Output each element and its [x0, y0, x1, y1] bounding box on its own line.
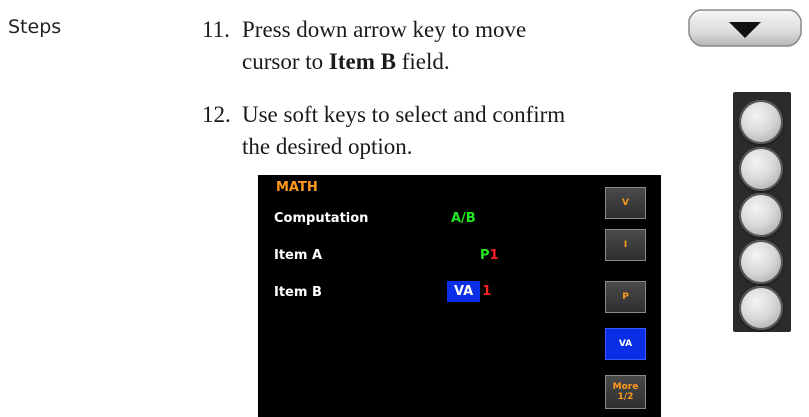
step-number: 12.: [202, 102, 231, 127]
down-arrow-icon: [688, 9, 802, 47]
softkey-v[interactable]: V: [605, 187, 646, 219]
step-line: the desired option.: [242, 134, 413, 159]
computation-value[interactable]: A/B: [451, 211, 476, 226]
softkey-page: 1/2: [617, 392, 634, 402]
computation-label: Computation: [274, 211, 369, 226]
softkey-panel: [733, 92, 791, 332]
steps-heading: Steps: [8, 16, 62, 38]
softkey-more[interactable]: More 1/2: [605, 375, 646, 409]
step-line: Use soft keys to select and confirm: [242, 102, 566, 127]
item-b-index: 1: [482, 284, 492, 299]
item-b-param-selected: VA: [447, 281, 481, 302]
softkey-more-label: More: [612, 382, 639, 392]
step-bold-term: Item B: [328, 49, 396, 74]
softkey-button[interactable]: [739, 147, 783, 191]
step-line-post: field.: [395, 49, 450, 74]
softkey-i[interactable]: I: [605, 229, 646, 261]
softkey-button[interactable]: [739, 286, 783, 330]
step-line-pre: cursor to: [242, 49, 329, 74]
softkey-button[interactable]: [739, 193, 783, 237]
step-text: Use soft keys to select and confirm the …: [242, 99, 565, 163]
step-number: 11.: [202, 17, 230, 42]
softkey-button[interactable]: [739, 240, 783, 284]
step-line: Press down arrow key to move: [242, 17, 527, 42]
item-a-param: P: [480, 248, 490, 263]
screen-title: MATH: [276, 180, 318, 195]
item-b-label: Item B: [274, 285, 322, 300]
step-text: Press down arrow key to move cursor to I…: [242, 14, 526, 78]
item-b-value[interactable]: VA 1: [447, 281, 491, 302]
down-arrow-key[interactable]: [687, 8, 803, 48]
item-a-index: 1: [489, 248, 499, 263]
item-a-label: Item A: [274, 248, 323, 263]
softkey-va[interactable]: VA: [605, 328, 646, 360]
softkey-p[interactable]: P: [605, 281, 646, 313]
softkey-button[interactable]: [739, 100, 783, 144]
instrument-screen: MATH Computation A/B Item A P1 Item B VA…: [258, 175, 661, 417]
item-a-value[interactable]: P1: [480, 248, 499, 263]
